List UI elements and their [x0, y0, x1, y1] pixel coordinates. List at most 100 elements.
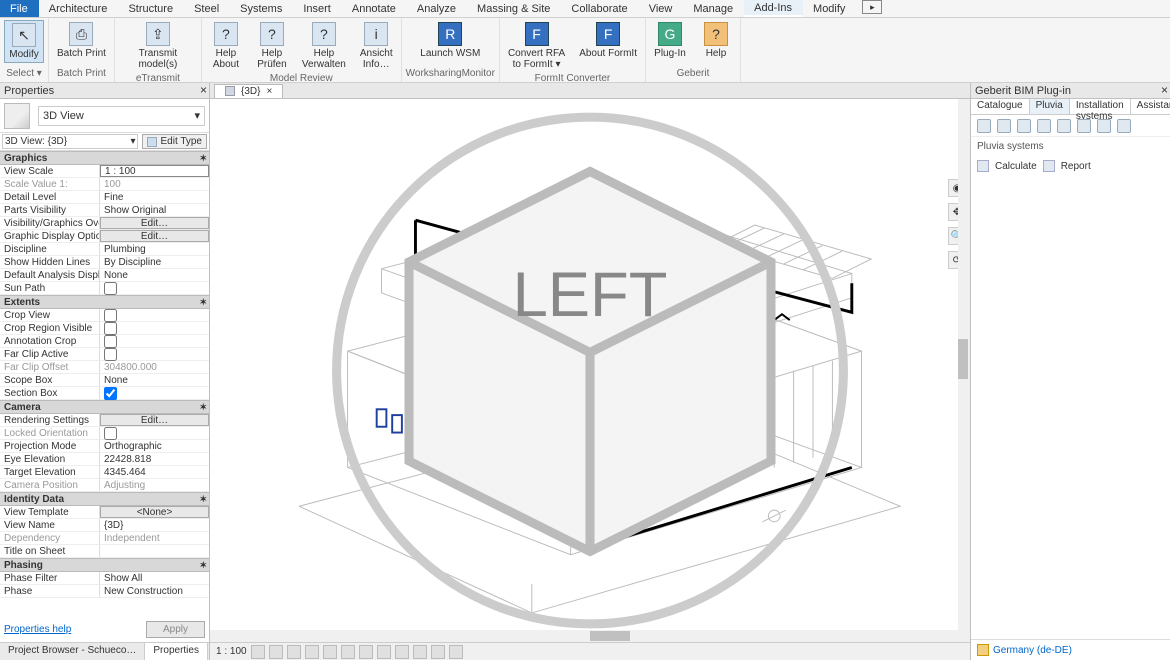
document-tab-3d[interactable]: {3D} × — [214, 84, 283, 98]
tab-modify[interactable]: Modify — [803, 0, 856, 17]
property-checkbox[interactable] — [104, 387, 117, 400]
type-selector-dropdown[interactable]: 3D View ▾ — [38, 106, 205, 126]
ribbon-item[interactable]: ⎙Batch Print — [53, 20, 110, 61]
property-value[interactable] — [100, 282, 209, 294]
tab-insert[interactable]: Insert — [293, 0, 342, 17]
ribbon-item[interactable]: RLaunch WSM — [416, 20, 484, 61]
property-checkbox[interactable] — [104, 322, 117, 335]
tab-systems[interactable]: Systems — [230, 0, 293, 17]
close-icon[interactable]: × — [1161, 83, 1168, 97]
plugin-tab-catalogue[interactable]: Catalogue — [971, 99, 1030, 114]
property-value[interactable]: Show All — [100, 572, 209, 584]
play-indicator-icon[interactable]: ▸ — [862, 0, 882, 14]
property-section-header[interactable]: Identity Data✶ — [0, 492, 209, 506]
instance-dropdown[interactable]: 3D View: {3D} ▾ — [2, 134, 138, 149]
tool-icon-5[interactable] — [1057, 119, 1071, 133]
property-checkbox[interactable] — [104, 282, 117, 295]
ribbon-item[interactable]: iAnsichtInfo… — [356, 20, 397, 72]
collapse-icon[interactable]: ✶ — [199, 402, 207, 413]
3d-canvas[interactable]: LEFT ◉ ✥ 🔍 ⟳ — [210, 99, 970, 642]
property-section-header[interactable]: Phasing✶ — [0, 558, 209, 572]
dock-tab-properties[interactable]: Properties — [145, 643, 208, 660]
property-value[interactable]: New Construction — [100, 585, 209, 597]
property-value[interactable]: Independent — [100, 532, 209, 544]
property-value[interactable]: Fine — [100, 191, 209, 203]
ribbon-item[interactable]: FConvert RFAto FormIt ▾ — [504, 20, 569, 72]
property-value[interactable] — [100, 427, 209, 439]
property-value[interactable] — [100, 387, 209, 399]
ribbon-item[interactable]: ?HelpAbout — [206, 20, 246, 72]
tab-add-ins[interactable]: Add-Ins — [744, 0, 803, 17]
home-icon[interactable] — [977, 644, 989, 656]
plugin-tab-assistants[interactable]: Assistants — [1131, 99, 1170, 114]
property-section-header[interactable]: Graphics✶ — [0, 151, 209, 165]
property-value[interactable] — [100, 322, 209, 334]
tool-icon-6[interactable] — [1077, 119, 1091, 133]
property-value[interactable]: Orthographic — [100, 440, 209, 452]
property-edit-button[interactable]: Edit… — [100, 217, 209, 229]
ribbon-item[interactable]: ↖Modify — [4, 20, 44, 63]
temp-hide-icon[interactable] — [395, 645, 409, 659]
tool-icon-2[interactable] — [997, 119, 1011, 133]
tab-massing-site[interactable]: Massing & Site — [467, 0, 561, 17]
file-menu[interactable]: File — [0, 0, 39, 17]
property-value[interactable] — [100, 309, 209, 321]
constraints-icon[interactable] — [449, 645, 463, 659]
property-value[interactable] — [100, 348, 209, 360]
report-button[interactable]: Report — [1061, 161, 1091, 172]
tab-annotate[interactable]: Annotate — [342, 0, 407, 17]
collapse-icon[interactable]: ✶ — [199, 560, 207, 571]
property-checkbox[interactable] — [104, 427, 117, 440]
property-value[interactable]: 100 — [100, 178, 209, 190]
visual-style-icon[interactable] — [269, 645, 283, 659]
property-section-header[interactable]: Extents✶ — [0, 295, 209, 309]
ribbon-item[interactable]: ?HelpPrüfen — [252, 20, 292, 72]
unlock-icon[interactable] — [377, 645, 391, 659]
report-icon[interactable] — [1043, 160, 1055, 172]
collapse-icon[interactable]: ✶ — [199, 494, 207, 505]
property-value[interactable]: {3D} — [100, 519, 209, 531]
tool-icon-7[interactable] — [1097, 119, 1111, 133]
refresh-icon[interactable] — [977, 160, 989, 172]
property-value[interactable]: By Discipline — [100, 256, 209, 268]
property-value[interactable]: 304800.000 — [100, 361, 209, 373]
plugin-tab-installation-systems[interactable]: Installation systems — [1070, 99, 1131, 114]
apply-button[interactable]: Apply — [146, 621, 205, 638]
analytical-icon[interactable] — [431, 645, 445, 659]
edit-type-button[interactable]: Edit Type — [142, 134, 207, 149]
property-edit-button[interactable]: Edit… — [100, 230, 209, 242]
plugin-tab-pluvia[interactable]: Pluvia — [1030, 99, 1070, 114]
property-checkbox[interactable] — [104, 335, 117, 348]
property-value[interactable] — [100, 335, 209, 347]
close-icon[interactable]: × — [200, 83, 207, 97]
tab-manage[interactable]: Manage — [683, 0, 744, 17]
properties-help-link[interactable]: Properties help — [4, 624, 71, 635]
property-value[interactable]: None — [100, 374, 209, 386]
ribbon-item[interactable]: ?HelpVerwalten — [298, 20, 350, 72]
type-selector[interactable]: 3D View ▾ — [0, 99, 209, 133]
property-value[interactable]: 4345.464 — [100, 466, 209, 478]
property-value[interactable]: 22428.818 — [100, 453, 209, 465]
property-value[interactable] — [100, 545, 209, 557]
crop-icon[interactable] — [341, 645, 355, 659]
ribbon-item[interactable]: ?Help — [696, 20, 736, 61]
collapse-icon[interactable]: ✶ — [199, 153, 207, 164]
close-icon[interactable]: × — [266, 86, 272, 97]
reveal-icon[interactable] — [413, 645, 427, 659]
tab-steel[interactable]: Steel — [184, 0, 230, 17]
locale-link[interactable]: Germany (de-DE) — [993, 645, 1072, 656]
scale-display[interactable]: 1 : 100 — [216, 646, 247, 657]
tool-icon-3[interactable] — [1017, 119, 1031, 133]
ribbon-item[interactable]: GPlug-In — [650, 20, 690, 61]
property-edit-button[interactable]: Edit… — [100, 414, 209, 426]
ribbon-item[interactable]: FAbout FormIt — [575, 20, 641, 61]
sun-path-icon[interactable] — [287, 645, 301, 659]
property-value[interactable]: 1 : 100 — [100, 165, 209, 177]
shadows-icon[interactable] — [305, 645, 319, 659]
collapse-icon[interactable]: ✶ — [199, 297, 207, 308]
dock-tab-project-browser[interactable]: Project Browser - Schueco… — [0, 643, 145, 660]
vertical-scrollbar[interactable] — [958, 99, 970, 630]
tab-architecture[interactable]: Architecture — [39, 0, 119, 17]
property-value[interactable]: Adjusting — [100, 479, 209, 491]
property-section-header[interactable]: Camera✶ — [0, 400, 209, 414]
